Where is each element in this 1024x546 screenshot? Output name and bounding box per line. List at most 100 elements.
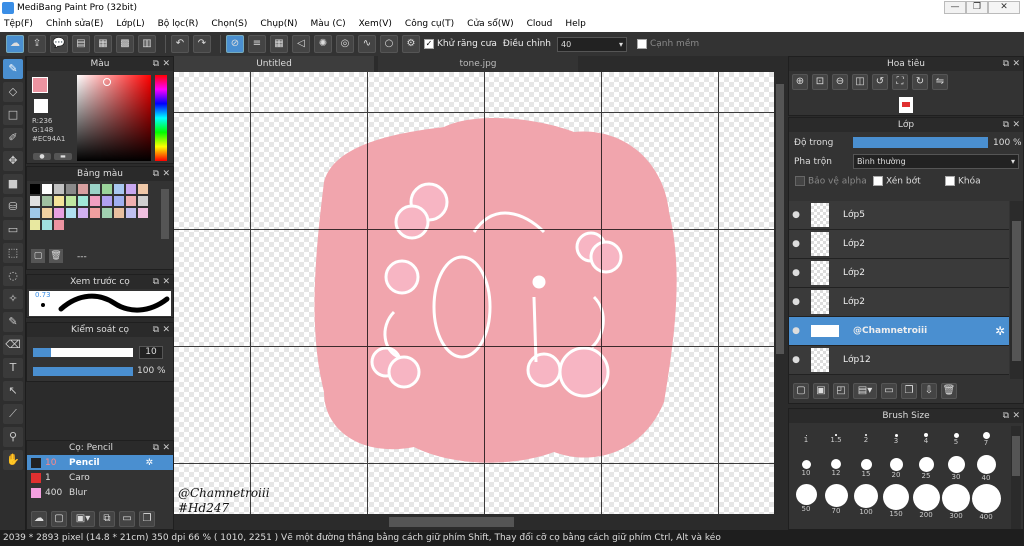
menu-select[interactable]: Chọn(S) [211,19,247,29]
menu-edit[interactable]: Chỉnh sửa(E) [46,19,103,29]
palette-swatch[interactable] [66,196,76,206]
close-icon[interactable]: ✕ [1012,409,1020,423]
select-rect-icon[interactable]: ⬚ [3,243,23,263]
popout-icon[interactable]: ⧉ [153,275,159,289]
select-pen-icon[interactable]: ✎ [3,312,23,332]
horizontal-scrollbar[interactable] [174,514,774,530]
text-tool-icon[interactable]: T [3,358,23,378]
popout-icon[interactable]: ⧉ [1003,409,1009,423]
brush-size-scrollbar[interactable] [1011,426,1021,529]
palette-swatch[interactable] [66,184,76,194]
navigator-thumbnail[interactable] [899,97,913,113]
actual-size-icon[interactable]: ◫ [852,74,868,90]
close-icon[interactable]: ✕ [162,441,170,455]
eye-icon[interactable]: ● [789,210,803,220]
palette-swatch[interactable] [42,208,52,218]
divide-icon[interactable]: ⟋ [3,404,23,424]
palette-swatch[interactable] [42,220,52,230]
brush-size-cell[interactable]: 15 [851,455,881,484]
palette-swatch[interactable] [138,196,148,206]
close-icon[interactable]: ✕ [1012,118,1020,132]
brush-size-cell[interactable]: 30 [941,455,971,484]
close-button[interactable]: ✕ [988,1,1020,14]
palette-swatch[interactable] [102,196,112,206]
palette-swatch[interactable] [102,208,112,218]
brush-size-cell[interactable]: 150 [881,484,911,518]
brush-size-cell[interactable]: 100 [851,484,881,516]
palette-swatch[interactable] [78,196,88,206]
circle-snap-icon[interactable]: ◎ [336,35,354,53]
folder-icon[interactable]: ▭ [119,511,135,527]
layer-row-selected[interactable]: ● @Chamnetroiii ✲ [789,317,1009,346]
adjust-dropdown[interactable]: 40 [556,36,627,52]
magic-wand-icon[interactable]: ✧ [3,289,23,309]
palette-swatch[interactable] [30,220,40,230]
close-icon[interactable]: ✕ [162,323,170,337]
palette-swatch[interactable] [114,196,124,206]
eye-icon[interactable]: ● [789,355,803,365]
blend-dropdown[interactable]: Bình thường [853,154,1019,169]
dot-tool-icon[interactable]: □ [3,105,23,125]
move-tool-icon[interactable]: ✥ [3,151,23,171]
trash-icon[interactable]: 🗑 [941,383,957,399]
layer-opacity-slider[interactable] [853,137,988,148]
page-icon[interactable]: ▤ [72,35,90,53]
brush-item-pencil[interactable]: 10 Pencil ✲ [27,455,173,470]
layer-row[interactable]: ● Lớp2 [789,288,1009,317]
popout-icon[interactable]: ⧉ [153,57,159,71]
new-brush-icon[interactable]: ▢ [51,511,67,527]
vanishing-snap-icon[interactable]: ◁ [292,35,310,53]
brush-size-cell[interactable]: 200 [911,484,941,519]
lasso-icon[interactable]: ◌ [3,266,23,286]
menu-file[interactable]: Tệp(F) [4,19,33,29]
brush-size-cell[interactable]: 7 [971,426,1001,455]
layer-row[interactable]: ● Lớp2 [789,230,1009,259]
cross-snap-icon[interactable]: ▦ [270,35,288,53]
rotate-left-icon[interactable]: ↺ [872,74,888,90]
menu-snap[interactable]: Chụp(N) [260,19,297,29]
brush-size-cell[interactable]: 2 [851,426,881,455]
merge-down-icon[interactable]: ⇩ [921,383,937,399]
layer-scrollbar[interactable] [1010,201,1023,379]
minimize-button[interactable]: — [944,1,966,14]
close-icon[interactable]: ✕ [162,275,170,289]
eye-icon[interactable]: ● [789,268,803,278]
layer-row[interactable]: ● Lớp2 [789,259,1009,288]
copy-brush-icon[interactable]: ⧉ [99,511,115,527]
color-tool-button[interactable]: ▬ [54,153,72,160]
grid-icon[interactable]: ▩ [116,35,134,53]
parallel-snap-icon[interactable]: ≡ [248,35,266,53]
eraser-tool-icon[interactable]: ◇ [3,82,23,102]
opacity-slider[interactable] [33,367,133,376]
brush-size-cell[interactable]: 1.5 [821,426,851,455]
palette-swatch[interactable] [54,196,64,206]
brush-size-cell[interactable]: 50 [791,484,821,513]
brush-tool-icon[interactable]: ✎ [3,59,23,79]
brush-size-cell[interactable]: 40 [971,455,1001,484]
tab-tone[interactable]: tone.jpg [378,56,578,72]
saturation-picker[interactable] [77,75,151,161]
close-icon[interactable]: ✕ [162,167,170,181]
folder-icon[interactable]: ▭ [881,383,897,399]
popout-icon[interactable]: ⧉ [153,323,159,337]
menu-help[interactable]: Help [565,19,586,29]
tab-untitled[interactable]: Untitled [174,56,374,72]
brush-item-blur[interactable]: 400 Blur [27,485,173,500]
operation-icon[interactable]: ↖ [3,381,23,401]
palette-swatch[interactable] [138,208,148,218]
fit-screen-icon[interactable]: ⛶ [892,74,908,90]
layer-row[interactable]: ● Lớp12 [789,346,1009,375]
add-brush-icon[interactable]: ▣▾ [71,511,95,527]
menu-window[interactable]: Cửa sổ(W) [467,19,513,29]
share-icon[interactable]: ⇪ [28,35,46,53]
popout-icon[interactable]: ⧉ [1003,118,1009,132]
palette-swatch[interactable] [126,184,136,194]
palette-swatch[interactable] [90,208,100,218]
brush-size-cell[interactable]: 25 [911,455,941,484]
brush-size-cell[interactable]: 20 [881,455,911,484]
eye-icon[interactable]: ● [789,239,803,249]
brush-size-cell[interactable]: 10 [791,455,821,484]
document-icon[interactable]: ▦ [94,35,112,53]
zoom-in-icon[interactable]: ⊕ [792,74,808,90]
palette-scrollbar[interactable] [161,189,169,239]
